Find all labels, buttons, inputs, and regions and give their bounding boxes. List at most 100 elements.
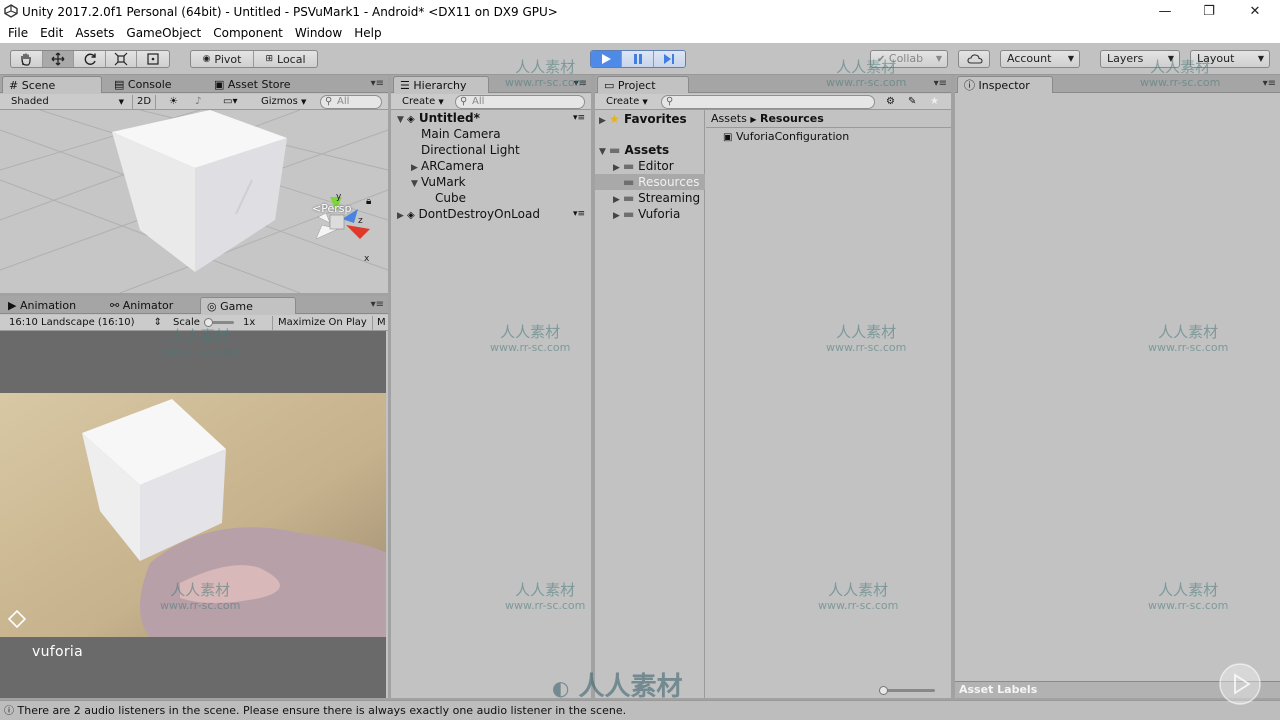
dontdestroy-label: DontDestroyOnLoad	[418, 207, 540, 221]
local-button[interactable]: ⊞ Local	[254, 51, 317, 67]
hierarchy-dontdestroy-row[interactable]: ▶ ◈ DontDestroyOnLoad ▾≡	[397, 206, 589, 222]
hierarchy-item[interactable]: Cube	[435, 190, 466, 206]
layout-dropdown[interactable]: Layout ▼	[1190, 50, 1270, 68]
asset-file-row[interactable]: ▣ VuforiaConfiguration	[723, 129, 849, 145]
maximize-button[interactable]: ❐	[1186, 0, 1232, 23]
tab-animator[interactable]: ⚯ Animator	[104, 297, 179, 314]
close-button[interactable]: ✕	[1232, 0, 1278, 23]
hand-tool-button[interactable]	[11, 51, 43, 67]
folder-row[interactable]: ▶ ▬ Editor	[613, 158, 674, 174]
favorite-star-icon[interactable]: ★	[927, 95, 939, 109]
tab-project[interactable]: ▭ Project	[597, 76, 689, 93]
chevron-updown-icon: ⇕	[153, 317, 162, 328]
favorites-row[interactable]: ▶ ★ Favorites	[599, 111, 687, 127]
move-tool-button[interactable]	[42, 51, 75, 67]
tab-scene[interactable]: # Scene	[2, 76, 102, 93]
rect-tool-button[interactable]	[137, 51, 169, 67]
tab-animation[interactable]: ▶ Animation	[2, 297, 82, 314]
projection-label[interactable]: <Persp	[312, 202, 351, 215]
panel-menu-icon[interactable]: ▾≡	[371, 299, 384, 310]
breadcrumb-assets[interactable]: Assets	[711, 112, 747, 125]
effects-dropdown-icon[interactable]: ▭▾	[220, 95, 237, 109]
menu-component[interactable]: Component	[209, 26, 287, 40]
icon-size-slider-handle[interactable]	[879, 686, 888, 695]
row-menu-icon[interactable]: ▾≡	[573, 110, 585, 126]
menu-file[interactable]: File	[4, 26, 32, 40]
menu-gameobject[interactable]: GameObject	[122, 26, 205, 40]
audio-toggle-icon[interactable]: ♪	[192, 95, 201, 109]
breadcrumb: Assets ▶ Resources	[706, 110, 951, 128]
scale-slider-handle[interactable]	[204, 318, 213, 327]
play-icon	[602, 54, 612, 64]
layout-label: Layout	[1197, 52, 1235, 65]
layers-dropdown[interactable]: Layers ▼	[1100, 50, 1180, 68]
maximize-on-play-toggle[interactable]: Maximize On Play	[272, 316, 367, 330]
step-button[interactable]	[653, 51, 685, 67]
2d-toggle[interactable]: 2D	[132, 95, 156, 109]
project-search-input[interactable]: ⚲	[661, 95, 875, 109]
account-label: Account	[1007, 52, 1052, 65]
hierarchy-item[interactable]: Main Camera	[421, 126, 501, 142]
assets-label: Assets	[624, 143, 670, 157]
status-bar[interactable]: ⓘ There are 2 audio listeners in the sce…	[0, 700, 1280, 720]
icon-size-slider[interactable]	[879, 686, 935, 695]
project-folder-tree: ▶ ★ Favorites ▼ ▬ Assets ▶ ▬ Editor ▬ Resou…	[595, 110, 705, 698]
rotate-tool-button[interactable]	[74, 51, 106, 67]
scene-panel: # Scene ▤ Console ▣ Asset Store ▾≡ Shade…	[0, 75, 388, 293]
collapsed-arrow-icon: ▶	[397, 211, 404, 221]
tab-inspector[interactable]: ⓘ Inspector	[957, 76, 1053, 93]
video-play-overlay-icon[interactable]	[1218, 662, 1262, 706]
tab-console[interactable]: ▤ Console	[108, 76, 178, 93]
layers-label: Layers	[1107, 52, 1144, 65]
tab-game[interactable]: ◎ Game	[200, 297, 296, 314]
menu-help[interactable]: Help	[350, 26, 385, 40]
scene-search-input[interactable]: ⚲ All	[320, 95, 382, 109]
folder-row[interactable]: ▶ ▬ Streaming	[613, 190, 700, 206]
hierarchy-item-arcamera[interactable]: ▶ ARCamera	[411, 158, 484, 174]
filter-type-icon[interactable]: ⚙	[883, 95, 895, 109]
filter-label-icon[interactable]: ✎	[905, 95, 916, 109]
scale-tool-button[interactable]	[106, 51, 138, 67]
project-create-label: Create	[606, 96, 640, 107]
folder-row-selected[interactable]: ▬ Resources	[595, 174, 705, 190]
tab-hierarchy[interactable]: ☰ Hierarchy	[393, 76, 489, 93]
mute-audio-toggle[interactable]: M	[372, 316, 386, 330]
panel-menu-icon[interactable]: ▾≡	[371, 78, 384, 89]
project-create-dropdown[interactable]: Create ▼	[603, 95, 653, 109]
cloud-button[interactable]	[958, 50, 990, 68]
lighting-toggle-icon[interactable]: ☀	[166, 95, 178, 109]
panel-menu-icon[interactable]: ▾≡	[1263, 78, 1276, 89]
panel-menu-icon[interactable]: ▾≡	[934, 78, 947, 89]
hierarchy-item[interactable]: Directional Light	[421, 142, 520, 158]
breadcrumb-resources[interactable]: Resources	[760, 112, 824, 125]
pause-button[interactable]	[622, 51, 654, 67]
menu-window[interactable]: Window	[291, 26, 346, 40]
gizmo-lock-icon[interactable]: 🔒︎	[366, 196, 371, 207]
search-icon: ⚲	[666, 96, 674, 107]
gizmo-y-label: y	[336, 193, 342, 202]
scale-slider[interactable]	[204, 318, 234, 327]
shading-dropdown[interactable]: Shaded ▼	[8, 95, 126, 109]
panel-menu-icon[interactable]: ▾≡	[574, 78, 587, 89]
pivot-button[interactable]: ◉ Pivot	[191, 51, 254, 67]
collab-dropdown[interactable]: ✔ Collab ▼	[870, 50, 948, 68]
hierarchy-item-vumark[interactable]: ▼ VuMark	[411, 174, 466, 190]
account-dropdown[interactable]: Account ▼	[1000, 50, 1080, 68]
hierarchy-create-dropdown[interactable]: Create ▼	[399, 95, 445, 109]
folder-row[interactable]: ▶ ▬ Vuforia	[613, 206, 680, 222]
info-icon: ⓘ	[4, 706, 14, 717]
aspect-dropdown[interactable]: 16:10 Landscape (16:10) ⇕	[6, 316, 164, 330]
gizmos-dropdown[interactable]: Gizmos ▼	[258, 95, 314, 109]
menu-assets[interactable]: Assets	[71, 26, 118, 40]
assets-root-row[interactable]: ▼ ▬ Assets	[599, 142, 669, 158]
row-menu-icon[interactable]: ▾≡	[573, 206, 585, 222]
minimize-button[interactable]: —	[1142, 0, 1188, 23]
menu-edit[interactable]: Edit	[36, 26, 67, 40]
play-button[interactable]	[591, 51, 623, 67]
star-icon: ★	[609, 112, 620, 126]
folder-label: Resources	[638, 175, 700, 189]
tab-asset-store[interactable]: ▣ Asset Store	[208, 76, 297, 93]
hierarchy-scene-row[interactable]: ▼ ◈ Untitled* ▾≡	[397, 110, 589, 126]
game-view[interactable]: vuforia	[0, 331, 386, 698]
hierarchy-search-input[interactable]: ⚲ All	[455, 95, 585, 109]
